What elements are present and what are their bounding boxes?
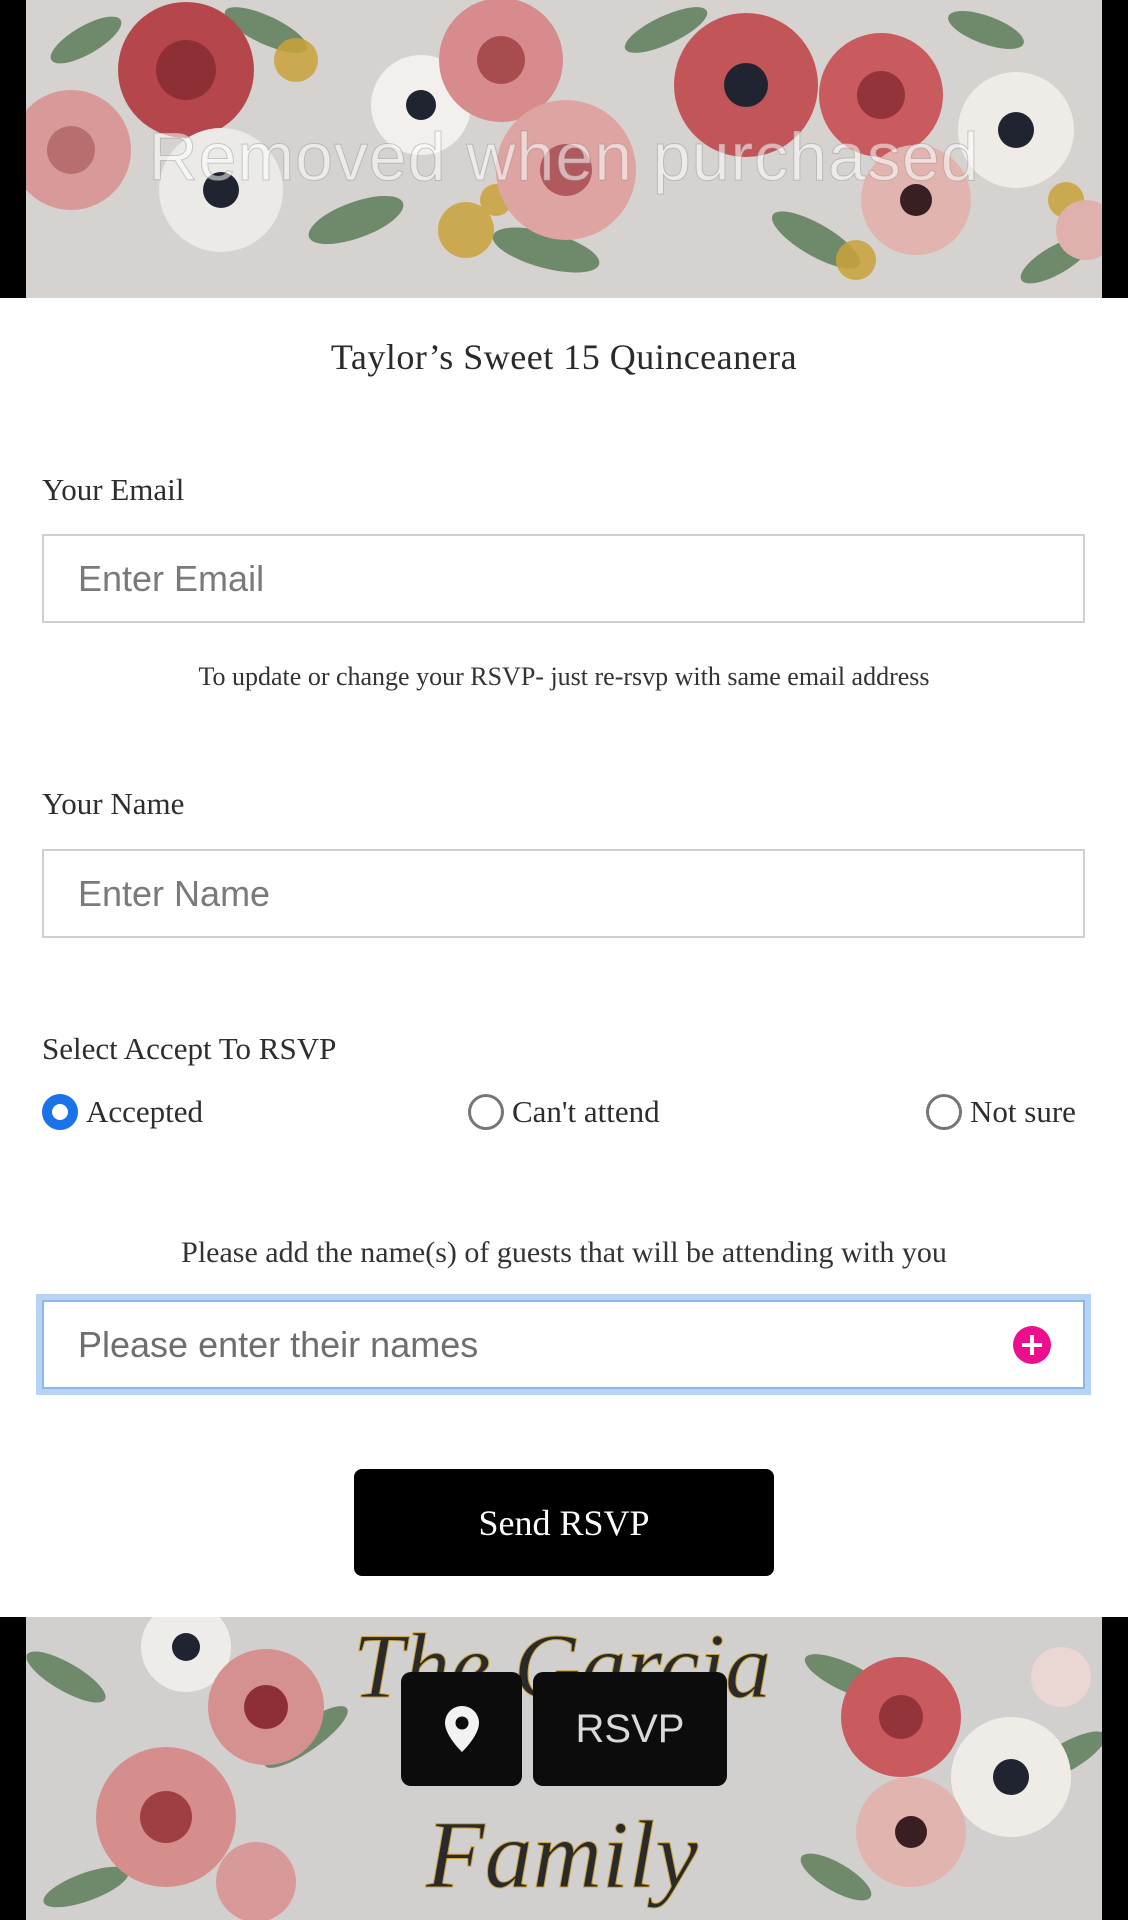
svg-text:Family: Family — [425, 1801, 698, 1908]
floral-header-banner: Removed when purchased — [0, 0, 1128, 298]
guests-field-box[interactable] — [36, 1294, 1091, 1395]
radio-not-sure[interactable]: Not sure — [926, 1094, 1076, 1130]
rsvp-radio-group: Accepted Can't attend Not sure — [42, 1094, 1085, 1142]
rsvp-nav-label: RSVP — [575, 1706, 685, 1751]
email-label: Your Email — [42, 472, 185, 507]
radio-cant-attend-label: Can't attend — [512, 1094, 660, 1129]
page-title: Taylor’s Sweet 15 Quinceanera — [330, 337, 798, 377]
rsvp-nav-button[interactable]: RSVP — [533, 1672, 727, 1786]
radio-accepted[interactable]: Accepted — [42, 1094, 203, 1130]
guests-prompt: Please add the name(s) of guests that wi… — [181, 1236, 947, 1269]
watermark-text: Removed when purchased — [148, 119, 980, 196]
name-label: Your Name — [42, 786, 185, 821]
radio-accepted-button[interactable] — [42, 1094, 78, 1130]
radio-not-sure-label: Not sure — [970, 1094, 1076, 1129]
guests-input[interactable] — [76, 1322, 1001, 1367]
rsvp-label: Select Accept To RSVP — [42, 1031, 337, 1066]
name-field-box[interactable] — [42, 849, 1085, 938]
email-hint: To update or change your RSVP- just re-r… — [198, 662, 930, 691]
send-rsvp-button[interactable]: Send RSVP — [354, 1469, 774, 1576]
name-field[interactable] — [76, 871, 1051, 916]
radio-cant-attend-button[interactable] — [468, 1094, 504, 1130]
email-field[interactable] — [76, 556, 1051, 601]
location-button[interactable] — [401, 1672, 522, 1786]
plus-circle-icon[interactable] — [1013, 1325, 1051, 1364]
map-pin-icon — [444, 1706, 479, 1752]
email-field-box[interactable] — [42, 534, 1085, 623]
radio-cant-attend[interactable]: Can't attend — [468, 1094, 660, 1130]
radio-not-sure-button[interactable] — [926, 1094, 962, 1130]
radio-accepted-label: Accepted — [86, 1094, 204, 1129]
